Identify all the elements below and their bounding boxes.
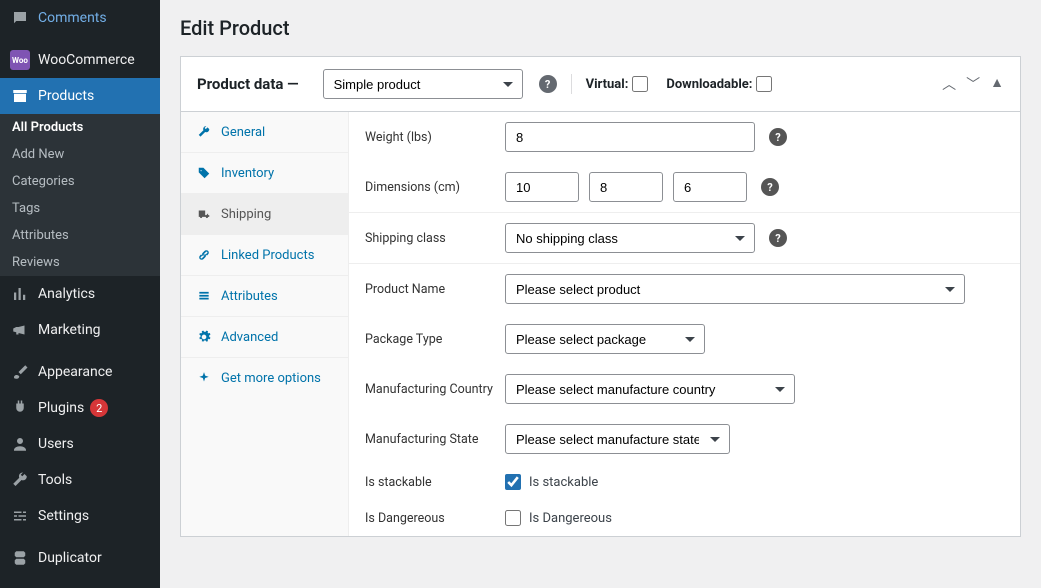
panel-toggle-icon[interactable]: ▲ xyxy=(990,74,1004,94)
sidebar-item-comments[interactable]: Comments xyxy=(0,0,160,36)
sparkle-icon xyxy=(195,369,213,387)
brush-icon xyxy=(10,362,30,382)
tab-more-options[interactable]: Get more options xyxy=(181,358,348,398)
downloadable-checkbox[interactable] xyxy=(756,76,772,92)
panel-title: Product data — xyxy=(197,75,299,93)
panel-down-icon[interactable]: ﹀ xyxy=(966,74,980,94)
stackable-checkbox[interactable] xyxy=(505,474,521,490)
shipping-class-select[interactable]: No shipping class xyxy=(505,223,755,253)
sidebar-label: Products xyxy=(38,88,94,104)
sidebar-item-settings[interactable]: Settings xyxy=(0,498,160,534)
tab-inventory[interactable]: Inventory xyxy=(181,153,348,194)
weight-label: Weight (lbs) xyxy=(365,130,505,145)
sidebar-item-plugins[interactable]: Plugins 2 xyxy=(0,390,160,426)
panel-header: Product data — Simple product ? Virtual:… xyxy=(181,57,1020,112)
dangerous-label: Is Dangereous xyxy=(365,511,505,526)
sidebar-label: Tools xyxy=(38,472,72,488)
dimensions-label: Dimensions (cm) xyxy=(365,180,505,195)
sidebar-label: Appearance xyxy=(38,364,112,380)
woo-icon: Woo xyxy=(10,50,30,70)
sidebar-label: Analytics xyxy=(38,286,95,302)
sidebar-label: Settings xyxy=(38,508,89,524)
shipping-class-label: Shipping class xyxy=(365,231,505,246)
mfg-state-select[interactable]: Please select manufacture state xyxy=(505,424,730,454)
user-icon xyxy=(10,434,30,454)
downloadable-label: Downloadable: xyxy=(666,77,752,92)
submenu-reviews[interactable]: Reviews xyxy=(0,249,160,276)
sidebar-label: Comments xyxy=(38,10,107,26)
comment-icon xyxy=(10,8,30,28)
sidebar-item-analytics[interactable]: Analytics xyxy=(0,276,160,312)
product-name-label: Product Name xyxy=(365,282,505,297)
shipping-form: Weight (lbs) ? Dimensions (cm) ? xyxy=(349,112,1020,536)
admin-sidebar: Comments Woo WooCommerce Products All Pr… xyxy=(0,0,160,588)
package-type-select[interactable]: Please select package xyxy=(505,324,705,354)
help-icon[interactable]: ? xyxy=(769,229,787,247)
duplicator-icon xyxy=(10,548,30,568)
megaphone-icon xyxy=(10,320,30,340)
dim-height-input[interactable] xyxy=(673,172,747,202)
submenu-categories[interactable]: Categories xyxy=(0,168,160,195)
dim-width-input[interactable] xyxy=(589,172,663,202)
submenu-all-products[interactable]: All Products xyxy=(0,114,160,141)
sidebar-label: Marketing xyxy=(38,322,101,338)
tab-advanced[interactable]: Advanced xyxy=(181,317,348,358)
list-icon xyxy=(195,287,213,305)
link-icon xyxy=(195,246,213,264)
sidebar-item-products[interactable]: Products xyxy=(0,78,160,114)
product-data-tabs: General Inventory Shipping Linked Produc… xyxy=(181,112,349,536)
sidebar-label: WooCommerce xyxy=(38,52,135,68)
wrench-icon xyxy=(10,470,30,490)
mfg-state-label: Manufacturing State xyxy=(365,432,505,447)
wrench-icon xyxy=(195,123,213,141)
tab-shipping[interactable]: Shipping xyxy=(181,194,348,235)
tab-linked-products[interactable]: Linked Products xyxy=(181,235,348,276)
virtual-label: Virtual: xyxy=(586,77,629,92)
archive-icon xyxy=(10,86,30,106)
help-icon[interactable]: ? xyxy=(769,128,787,146)
sidebar-item-duplicator[interactable]: Duplicator xyxy=(0,540,160,576)
panel-up-icon[interactable]: ︿ xyxy=(942,74,956,94)
help-icon[interactable]: ? xyxy=(761,178,779,196)
sidebar-label: Plugins xyxy=(38,400,84,416)
dangerous-checkbox[interactable] xyxy=(505,510,521,526)
stackable-label: Is stackable xyxy=(365,475,505,490)
product-data-panel: Product data — Simple product ? Virtual:… xyxy=(180,56,1021,537)
submenu-tags[interactable]: Tags xyxy=(0,195,160,222)
submenu-add-new[interactable]: Add New xyxy=(0,141,160,168)
products-submenu: All Products Add New Categories Tags Att… xyxy=(0,114,160,276)
weight-input[interactable] xyxy=(505,122,755,152)
help-icon[interactable]: ? xyxy=(539,75,557,93)
sidebar-label: Users xyxy=(38,436,74,452)
dim-length-input[interactable] xyxy=(505,172,579,202)
sidebar-item-woocommerce[interactable]: Woo WooCommerce xyxy=(0,42,160,78)
package-type-label: Package Type xyxy=(365,332,505,347)
main-content: Edit Product Product data — Simple produ… xyxy=(160,0,1041,588)
sidebar-label: Duplicator xyxy=(38,550,102,566)
sidebar-item-appearance[interactable]: Appearance xyxy=(0,354,160,390)
truck-icon xyxy=(195,205,213,223)
page-title: Edit Product xyxy=(180,0,1021,56)
tag-icon xyxy=(195,164,213,182)
sidebar-item-marketing[interactable]: Marketing xyxy=(0,312,160,348)
plug-icon xyxy=(10,398,30,418)
gear-icon xyxy=(195,328,213,346)
tab-attributes[interactable]: Attributes xyxy=(181,276,348,317)
product-name-select[interactable]: Please select product xyxy=(505,274,965,304)
sliders-icon xyxy=(10,506,30,526)
chart-icon xyxy=(10,284,30,304)
tab-general[interactable]: General xyxy=(181,112,348,153)
mfg-country-label: Manufacturing Country xyxy=(365,382,505,397)
submenu-attributes[interactable]: Attributes xyxy=(0,222,160,249)
sidebar-item-tools[interactable]: Tools xyxy=(0,462,160,498)
virtual-checkbox[interactable] xyxy=(632,76,648,92)
plugins-badge: 2 xyxy=(90,399,108,417)
sidebar-item-users[interactable]: Users xyxy=(0,426,160,462)
product-type-select[interactable]: Simple product xyxy=(323,69,523,99)
mfg-country-select[interactable]: Please select manufacture country xyxy=(505,374,795,404)
